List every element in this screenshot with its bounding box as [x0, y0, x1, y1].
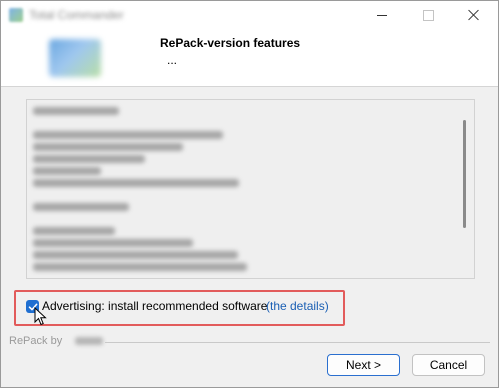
- header-banner: RePack-version features ...: [1, 29, 498, 87]
- cancel-button[interactable]: Cancel: [412, 354, 485, 376]
- footer-divider: [105, 342, 490, 343]
- mouse-cursor-icon: [34, 307, 47, 326]
- repack-by-label: RePack by: [9, 335, 63, 347]
- page-subtitle: ...: [167, 53, 178, 67]
- installer-window: Total Commander RePack-version features …: [0, 0, 499, 388]
- info-line: [33, 107, 119, 115]
- app-icon: [9, 8, 23, 22]
- advertising-label[interactable]: Advertising: install recommended softwar…: [42, 299, 267, 313]
- setup-logo: [49, 39, 101, 77]
- window-title: Total Commander: [29, 8, 124, 22]
- close-icon: [468, 9, 480, 21]
- info-line: [33, 227, 115, 235]
- minimize-button[interactable]: [359, 1, 405, 29]
- repack-author: [75, 337, 103, 345]
- next-button[interactable]: Next >: [327, 354, 400, 376]
- maximize-button[interactable]: [405, 1, 451, 29]
- close-button[interactable]: [451, 1, 497, 29]
- info-line: [33, 143, 183, 151]
- page-title: RePack-version features: [160, 36, 301, 50]
- info-line: [33, 131, 223, 139]
- minimize-icon: [377, 14, 387, 16]
- info-text-box[interactable]: [26, 99, 475, 279]
- info-line: [33, 239, 193, 247]
- info-line: [33, 167, 101, 175]
- info-line: [33, 179, 239, 187]
- maximize-icon: [422, 9, 434, 21]
- info-line: [33, 251, 238, 259]
- details-link[interactable]: (the details): [266, 299, 329, 313]
- scrollbar-thumb[interactable]: [463, 120, 466, 228]
- info-line: [33, 155, 145, 163]
- info-line: [33, 203, 129, 211]
- title-bar: Total Commander: [1, 1, 498, 29]
- info-line: [33, 263, 247, 271]
